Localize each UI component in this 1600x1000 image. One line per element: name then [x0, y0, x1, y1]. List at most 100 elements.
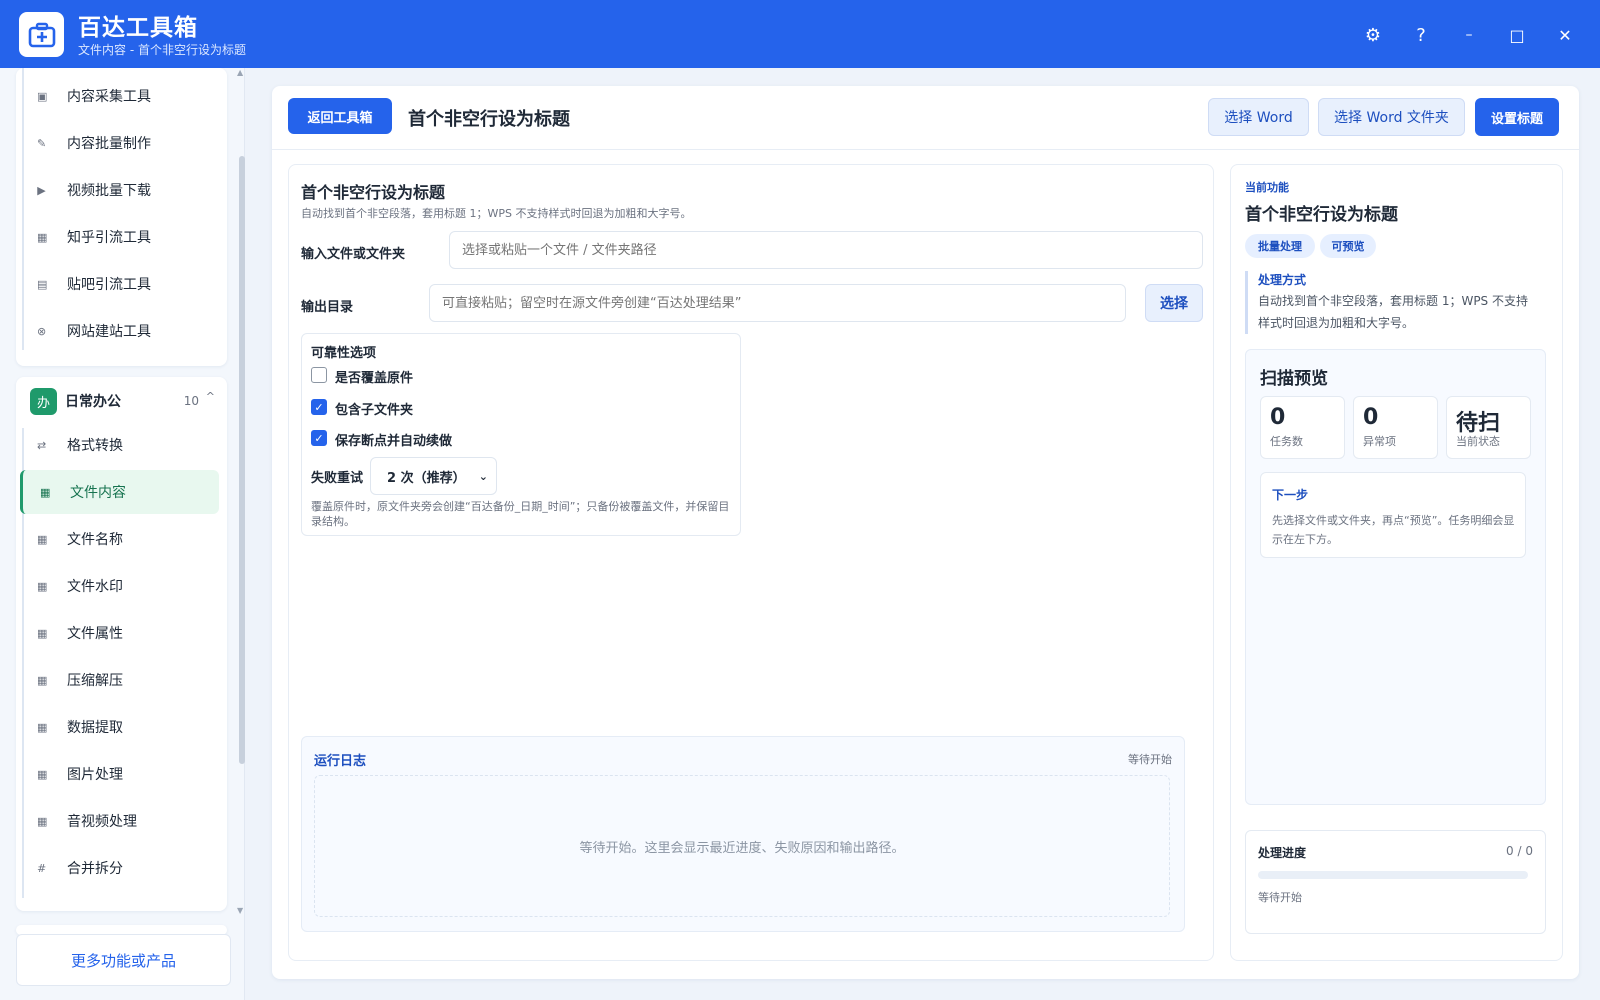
- info-panel: 当前功能 首个非空行设为标题 批量处理 可预览 处理方式 自动找到首个非空段落，…: [1230, 164, 1563, 961]
- sidebar-item-label: 合并拆分: [67, 861, 123, 877]
- stat-label: 异常项: [1363, 435, 1396, 448]
- log-title: 运行日志: [314, 754, 367, 769]
- sidebar-item-label: 网站建站工具: [67, 324, 151, 340]
- help-icon[interactable]: ?: [1406, 20, 1436, 50]
- app-subtitle: 文件内容 - 首个非空行设为标题: [78, 43, 246, 57]
- overwrite-checkbox[interactable]: [311, 367, 327, 383]
- progress-card: 处理进度 0 / 0 等待开始: [1245, 830, 1546, 934]
- sidebar-item-icon: ▦: [37, 767, 48, 781]
- page-title: 首个非空行设为标题: [408, 109, 570, 130]
- run-log: 运行日志 等待开始 等待开始。这里会显示最近进度、失败原因和输出路径。: [301, 736, 1185, 932]
- group-title: 日常办公: [65, 394, 121, 410]
- form-description: 自动找到首个非空段落，套用标题 1；WPS 不支持样式时回退为加粗和大字号。: [301, 207, 692, 220]
- maximize-icon[interactable]: □: [1502, 20, 1532, 50]
- select-word-folder-button[interactable]: 选择 Word 文件夹: [1318, 98, 1465, 136]
- chevron-up-icon[interactable]: ^: [206, 390, 215, 403]
- info-title: 首个非空行设为标题: [1245, 205, 1398, 225]
- select-word-button[interactable]: 选择 Word: [1208, 98, 1309, 136]
- sidebar-item-label: 视频批量下载: [67, 183, 151, 199]
- minimize-icon[interactable]: –: [1454, 20, 1484, 50]
- choose-output-button[interactable]: 选择: [1145, 284, 1203, 322]
- sidebar: ▣ 内容采集工具 ✎ 内容批量制作 ▶ 视频批量下载 ▦ 知乎引流工具 ▤ 贴吧引流工具 ⊗ 网站建站…: [0, 68, 245, 1000]
- progress-count: 0 / 0: [1506, 844, 1533, 858]
- progress-bar: [1258, 871, 1528, 879]
- sidebar-item-label: 格式转换: [67, 438, 123, 454]
- sidebar-item[interactable]: ▦ 图片处理: [20, 752, 219, 796]
- stat-errors: 0 异常项: [1353, 396, 1438, 459]
- resume-label[interactable]: 保存断点并自动续做: [335, 430, 452, 449]
- progress-status: 等待开始: [1258, 891, 1302, 904]
- sidebar-item[interactable]: ▦ 文件属性: [20, 611, 219, 655]
- sidebar-item[interactable]: ▦ 文件名称: [20, 517, 219, 561]
- sidebar-item-icon: ▦: [37, 814, 48, 828]
- sidebar-item-icon: #: [37, 861, 47, 875]
- info-eyebrow: 当前功能: [1245, 181, 1289, 194]
- input-path-field[interactable]: [449, 231, 1203, 269]
- method-block: 处理方式 自动找到首个非空段落，套用标题 1；WPS 不支持样式时回退为加粗和大…: [1245, 271, 1537, 334]
- group-header-office[interactable]: 办 日常办公 10 ^: [14, 378, 219, 424]
- sidebar-item-icon: ✎: [37, 136, 47, 150]
- sidebar-item[interactable]: ✎ 内容批量制作: [20, 121, 219, 165]
- scroll-down-icon[interactable]: ▼: [237, 906, 243, 915]
- sidebar-item[interactable]: ▣ 内容采集工具: [20, 74, 219, 118]
- subfolders-checkbox[interactable]: ✓: [311, 399, 327, 415]
- stat-label: 当前状态: [1456, 435, 1500, 448]
- close-icon[interactable]: ✕: [1550, 20, 1580, 50]
- sidebar-item-icon: ▦: [37, 720, 48, 734]
- sidebar-item-label: 压缩解压: [67, 673, 123, 689]
- sidebar-item[interactable]: ⊗ 网站建站工具: [20, 309, 219, 353]
- output-dir-field[interactable]: [429, 284, 1126, 322]
- stat-tasks: 0 任务数: [1260, 396, 1345, 459]
- sidebar-item[interactable]: ⇄ 格式转换: [20, 423, 219, 467]
- log-content: 等待开始。这里会显示最近进度、失败原因和输出路径。: [314, 775, 1170, 917]
- stat-value: 0: [1270, 405, 1286, 430]
- tag-preview: 可预览: [1320, 234, 1376, 258]
- sidebar-item[interactable]: ▶ 视频批量下载: [20, 168, 219, 212]
- sidebar-item[interactable]: ▦ 文件内容: [20, 470, 219, 514]
- log-status: 等待开始: [1128, 753, 1172, 766]
- back-button[interactable]: 返回工具箱: [288, 98, 392, 134]
- more-products-button[interactable]: 更多功能或产品: [16, 934, 231, 986]
- sidebar-item[interactable]: ▦ 音视频处理: [20, 799, 219, 843]
- tag-batch: 批量处理: [1245, 234, 1315, 258]
- sidebar-item-label: 文件名称: [67, 532, 123, 548]
- retry-select[interactable]: 2 次（推荐） ⌄: [370, 457, 497, 495]
- main-card: 返回工具箱 首个非空行设为标题 选择 Word 选择 Word 文件夹 设置标题…: [272, 86, 1579, 979]
- sidebar-item-label: 文件属性: [67, 626, 123, 642]
- scan-title: 扫描预览: [1260, 369, 1328, 389]
- sidebar-item-label: 图片处理: [67, 767, 123, 783]
- input-label: 输入文件或文件夹: [301, 247, 406, 262]
- sidebar-item[interactable]: ▦ 数据提取: [20, 705, 219, 749]
- tool-toolbar: 返回工具箱 首个非空行设为标题 选择 Word 选择 Word 文件夹 设置标题: [272, 86, 1579, 150]
- sidebar-item-icon: ▣: [37, 89, 48, 103]
- options-note: 覆盖原件时，原文件夹旁会创建“百达备份_日期_时间”；只备份被覆盖文件，并保留目…: [311, 500, 730, 528]
- sidebar-item[interactable]: ▦ 压缩解压: [20, 658, 219, 702]
- sidebar-item-label: 知乎引流工具: [67, 230, 151, 246]
- sidebar-item[interactable]: ▤ 贴吧引流工具: [20, 262, 219, 306]
- sidebar-item-icon: ⊗: [37, 324, 47, 338]
- next-step: 下一步 先选择文件或文件夹，再点“预览”。任务明细会显示在左下方。: [1260, 472, 1526, 558]
- resume-checkbox[interactable]: ✓: [311, 430, 327, 446]
- subfolders-label[interactable]: 包含子文件夹: [335, 399, 413, 418]
- sidebar-item[interactable]: ▦ 知乎引流工具: [20, 215, 219, 259]
- scan-preview: 扫描预览 0 任务数 0 异常项 待扫 当前状态 下一步 先选择文件或文件夹，再…: [1245, 349, 1546, 805]
- sidebar-scrollbar[interactable]: [239, 156, 245, 764]
- form-heading: 首个非空行设为标题: [301, 183, 446, 202]
- output-label: 输出目录: [301, 300, 354, 315]
- app-title: 百达工具箱: [78, 15, 198, 41]
- progress-title: 处理进度: [1258, 846, 1307, 860]
- settings-icon[interactable]: ⚙: [1358, 20, 1388, 50]
- sidebar-item-label: 贴吧引流工具: [67, 277, 151, 293]
- sidebar-item-icon: ▤: [37, 277, 48, 291]
- sidebar-item-label: 文件水印: [67, 579, 123, 595]
- next-text: 先选择文件或文件夹，再点“预览”。任务明细会显示在左下方。: [1272, 514, 1515, 546]
- sidebar-item[interactable]: # 合并拆分: [20, 846, 219, 890]
- stat-state: 待扫 当前状态: [1446, 396, 1531, 459]
- sidebar-item-label: 内容批量制作: [67, 136, 151, 152]
- set-title-button[interactable]: 设置标题: [1475, 98, 1559, 136]
- retry-select-value: 2 次（推荐）: [387, 470, 466, 486]
- overwrite-label[interactable]: 是否覆盖原件: [335, 367, 413, 386]
- stat-value: 0: [1363, 405, 1379, 430]
- sidebar-item[interactable]: ▦ 文件水印: [20, 564, 219, 608]
- scroll-up-icon[interactable]: ▲: [237, 68, 243, 77]
